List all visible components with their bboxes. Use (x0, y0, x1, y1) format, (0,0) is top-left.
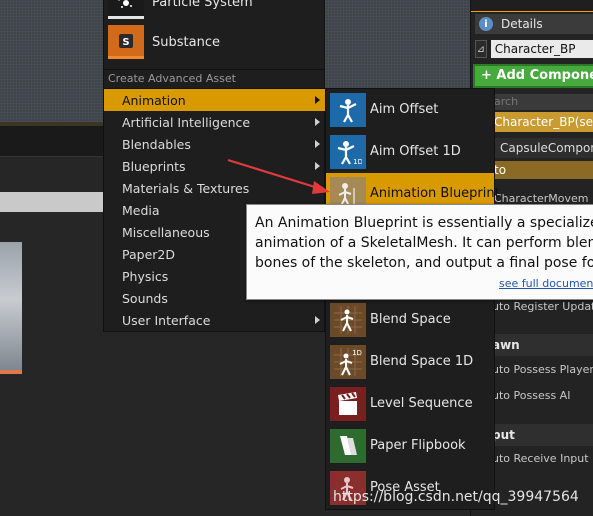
tooltip-line: animation of a SkeletalMesh. It can perf… (255, 235, 593, 251)
menu-item-label: Particle System (152, 0, 253, 10)
asset-thumbnail[interactable] (0, 242, 22, 374)
substance-icon: S (108, 25, 144, 59)
auto-register-property: uto Register Update (492, 300, 593, 313)
menu-item-label: Materials & Textures (122, 180, 250, 196)
submenu-arrow-icon (315, 162, 320, 170)
menu-item-label: Sounds (122, 290, 168, 306)
level-sequence-icon (330, 387, 366, 421)
svg-text:1D: 1D (353, 158, 362, 166)
blend-space-icon (330, 303, 366, 337)
menu-item-label: Animation (122, 92, 186, 108)
details-title: Details (501, 17, 543, 31)
submenu-item-blend-space[interactable]: Blend Space (326, 299, 494, 341)
info-icon: i (479, 17, 493, 31)
menu-item-label: Paper2D (122, 246, 175, 262)
submenu-arrow-icon (315, 316, 320, 324)
submenu-item-level-sequence[interactable]: Level Sequence (326, 383, 494, 425)
submenu-item-label: Level Sequence (370, 396, 473, 411)
menu-item-substance[interactable]: S Substance (104, 25, 326, 59)
auto-receive-input-property: uto Receive Input (492, 452, 589, 465)
component-selected-row[interactable]: to (492, 161, 593, 179)
particle-system-icon (108, 0, 144, 19)
auto-possess-player-property: uto Possess Player (492, 363, 593, 376)
object-row: ⊿ Character_BP (475, 38, 593, 60)
auto-possess-ai-property: uto Possess AI (492, 389, 571, 402)
menu-item-label: Miscellaneous (122, 224, 210, 240)
menu-item-label: Artificial Intelligence (122, 114, 251, 130)
submenu-arrow-icon (315, 118, 320, 126)
components-search-input[interactable]: arch (492, 94, 593, 110)
section-create-advanced-asset: Create Advanced Asset (103, 70, 325, 88)
submenu-item-paper-flipbook[interactable]: Paper Flipbook (326, 425, 494, 467)
submenu-item-blend-space-1d[interactable]: 1D Blend Space 1D (326, 341, 494, 383)
tooltip-line: bones of the skeleton, and output a fina… (255, 255, 593, 271)
menu-item-label: Physics (122, 268, 169, 284)
details-top-bar (471, 0, 593, 12)
menu-item-particle-system[interactable]: Particle System (104, 0, 326, 19)
component-self-row[interactable]: Character_BP(self (492, 112, 593, 132)
submenu-item-label: Blend Space 1D (370, 354, 474, 369)
menu-item-user-interface[interactable]: User Interface (104, 309, 326, 331)
documentation-link[interactable]: see full documenta (499, 277, 593, 290)
blend-space-1d-icon: 1D (330, 345, 366, 379)
context-menu-top: Particle System S Substance (103, 0, 325, 70)
menu-item-label: User Interface (122, 312, 211, 328)
submenu-item-label: Aim Offset 1D (370, 144, 461, 159)
submenu-item-label: Paper Flipbook (370, 438, 466, 453)
submenu-arrow-icon (315, 96, 320, 104)
tooltip-line: An Animation Blueprint is essentially a … (255, 215, 593, 231)
animation-blueprint-tooltip: An Animation Blueprint is essentially a … (246, 204, 593, 300)
capsule-component-row[interactable]: CapsuleCompone (492, 138, 593, 158)
menu-item-label: Substance (152, 34, 220, 50)
object-name-field[interactable]: Character_BP (490, 40, 593, 58)
svg-text:S: S (122, 37, 129, 48)
menu-item-label: Media (122, 202, 160, 218)
menu-item-animation[interactable]: Animation (104, 89, 326, 111)
lock-icon[interactable]: ⊿ (475, 40, 487, 58)
add-component-button[interactable]: + Add Componen (473, 64, 593, 88)
svg-text:1D: 1D (352, 349, 362, 357)
menu-item-blueprints[interactable]: Blueprints (104, 155, 326, 177)
submenu-item-aim-offset[interactable]: Aim Offset (326, 89, 494, 131)
submenu-item-aim-offset-1d[interactable]: 1D Aim Offset 1D (326, 131, 494, 173)
aim-offset-icon (330, 93, 366, 127)
menu-item-artificial-intelligence[interactable]: Artificial Intelligence (104, 111, 326, 133)
watermark-text: https://blog.csdn.net/qq_39947564 (333, 489, 579, 505)
aim-offset-1d-icon: 1D (330, 135, 366, 169)
menu-item-label: Blendables (122, 136, 191, 152)
submenu-item-label: Animation Blueprint (370, 186, 500, 201)
submenu-item-label: Aim Offset (370, 102, 439, 117)
menu-item-blendables[interactable]: Blendables (104, 133, 326, 155)
menu-item-label: Blueprints (122, 158, 186, 174)
submenu-arrow-icon (315, 140, 320, 148)
menu-item-materials-textures[interactable]: Materials & Textures (104, 177, 326, 199)
paper-flipbook-icon (330, 429, 366, 463)
details-header: i Details (475, 14, 593, 34)
submenu-item-label: Blend Space (370, 312, 451, 327)
